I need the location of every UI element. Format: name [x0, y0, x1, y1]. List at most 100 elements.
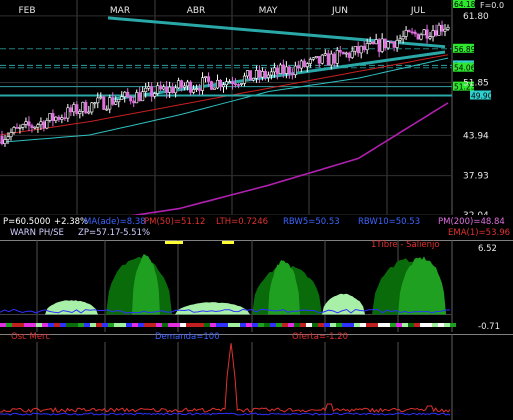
- price-bar-body: [138, 92, 142, 102]
- price-bar-body: [395, 40, 399, 48]
- month-label: MAY: [259, 6, 278, 16]
- signal-strip-cell: [216, 323, 222, 327]
- price-bar-body: [219, 79, 223, 88]
- price-bar-body: [93, 102, 97, 105]
- oscillator-top-tick: 6.52: [478, 244, 497, 254]
- month-label: FEB: [18, 6, 35, 16]
- price-bar-body: [213, 87, 217, 90]
- price-bar-body: [356, 46, 360, 54]
- price-bar-body: [66, 107, 70, 119]
- price-tick-label: 37.93: [463, 172, 489, 182]
- signal-strip-cell: [252, 323, 258, 327]
- price-bar-body: [350, 50, 354, 58]
- price-bar-body: [165, 86, 169, 93]
- month-label: JUL: [410, 6, 425, 16]
- signal-strip-cell: [18, 323, 24, 327]
- price-bar-body: [108, 97, 112, 110]
- signal-strip-cell: [234, 323, 240, 327]
- signal-strip-cell: [144, 323, 150, 327]
- price-bar-body: [236, 84, 240, 86]
- signal-strip-cell: [312, 323, 318, 327]
- price-bar-body: [272, 67, 276, 73]
- price-bar-body: [365, 43, 369, 51]
- price-bar-body: [111, 97, 115, 105]
- price-bar-body: [314, 56, 318, 59]
- readout-zp: ZP=57.17: [78, 228, 121, 238]
- price-bar-body: [260, 71, 264, 78]
- indicator-readout-row-2: WARN PH/SE ZP=57.17 -5.51% EMA(1)=53.96: [0, 228, 513, 239]
- price-bar-body: [401, 36, 405, 40]
- price-bar-body: [254, 70, 258, 79]
- price-bar-body: [242, 75, 246, 84]
- price-bar-body: [147, 86, 151, 89]
- price-bar-body: [90, 102, 94, 113]
- price-bar-body: [341, 51, 345, 55]
- price-bar-body: [78, 111, 82, 114]
- price-bar-body: [392, 41, 396, 48]
- price-bar-body: [335, 50, 339, 64]
- price-bar-body: [192, 89, 196, 93]
- price-tick-label: 61.80: [463, 12, 489, 22]
- price-bar-body: [359, 45, 363, 54]
- price-bar-body: [96, 97, 100, 104]
- price-bar-body: [332, 53, 336, 64]
- signal-strip-cell: [384, 323, 390, 327]
- signal-strip-cell: [192, 323, 198, 327]
- price-bar-body: [407, 30, 411, 33]
- price-bar-body: [368, 41, 372, 44]
- signal-strip-cell: [174, 323, 180, 327]
- price-bar-body: [374, 39, 378, 45]
- price-bar-body: [201, 77, 205, 91]
- price-bar-body: [102, 96, 106, 110]
- price-bar-body: [6, 136, 10, 140]
- signal-strip-cell: [366, 323, 372, 327]
- price-bar-body: [123, 91, 127, 97]
- price-bar-body: [248, 70, 252, 81]
- price-bar-body: [189, 81, 193, 93]
- signal-strip-cell: [168, 323, 174, 327]
- signal-strip-cell: [306, 323, 312, 327]
- signal-strip-cell: [270, 323, 276, 327]
- price-bar-body: [257, 70, 261, 78]
- price-bar-body: [42, 121, 46, 129]
- price-bar-body: [434, 30, 438, 36]
- signal-strip-cell: [264, 323, 270, 327]
- readout-ema: EMA(1)=53.96: [448, 228, 511, 238]
- price-bar-body: [263, 71, 267, 78]
- flow-background: [0, 334, 513, 420]
- signal-strip-cell: [204, 323, 210, 327]
- price-bar-body: [0, 136, 4, 144]
- signal-strip-cell: [450, 323, 456, 327]
- price-bar-body: [443, 28, 447, 32]
- signal-strip-cell: [246, 323, 252, 327]
- indicator-readout-row-1: P=60.5000 +2.38% MA(ade)=8.38 PM(50)=51.…: [0, 217, 513, 228]
- price-bar-body: [21, 124, 25, 128]
- signal-strip-cell: [36, 323, 42, 327]
- readout-ma: MA(ade)=8.38: [84, 217, 146, 227]
- signal-strip-cell: [60, 323, 66, 327]
- last-price-label: 64.18: [454, 0, 476, 9]
- price-bar-body: [377, 39, 381, 52]
- signal-strip-cell: [426, 323, 432, 327]
- readout-price: P=60.5000: [3, 217, 51, 227]
- price-bar-body: [12, 127, 16, 133]
- oscillator-bottom-tick: -0.71: [478, 322, 500, 332]
- price-bar-body: [162, 86, 166, 90]
- signal-strip-cell: [120, 323, 126, 327]
- price-bar-body: [3, 139, 7, 144]
- price-bar-body: [24, 121, 28, 125]
- signal-strip-cell: [48, 323, 54, 327]
- signal-strip-cell: [12, 323, 18, 327]
- price-bar-body: [299, 60, 303, 69]
- price-bar-body: [275, 67, 279, 74]
- price-bar-body: [353, 46, 357, 52]
- price-bar-body: [156, 85, 160, 94]
- readout-pm50: PM(50)=51.12: [144, 217, 206, 227]
- readout-zp-change: -5.51%: [120, 228, 151, 238]
- readout-warn: WARN PH/SE: [10, 228, 64, 238]
- signal-strip-cell: [444, 323, 450, 327]
- price-bar-body: [195, 88, 199, 90]
- price-bar-body: [422, 29, 426, 36]
- price-bar-body: [216, 79, 220, 89]
- price-bar-body: [132, 100, 136, 104]
